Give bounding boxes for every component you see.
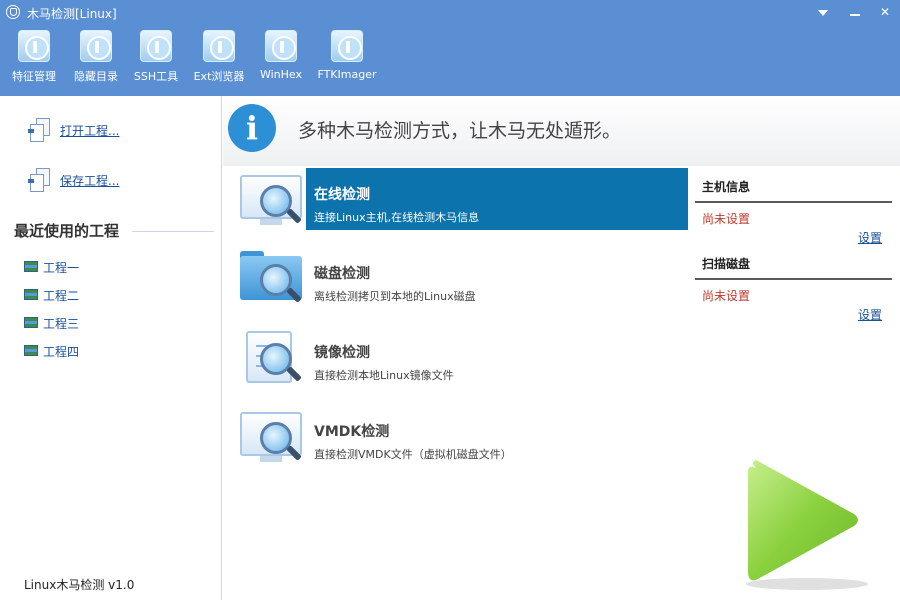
play-icon (748, 460, 858, 581)
save-project-label: 保存工程... (60, 174, 120, 188)
toolbar-label: SSH工具 (133, 70, 179, 83)
disk-detection-option[interactable]: 磁盘检测 离线检测拷贝到本地的Linux磁盘 (236, 247, 688, 309)
recent-project-label: 工程二 (43, 289, 80, 303)
menu-button[interactable] (814, 3, 832, 21)
project-icon (24, 345, 38, 356)
save-project-icon (28, 168, 50, 192)
detection-desc: 连接Linux主机,在线检测木马信息 (314, 211, 480, 224)
toolbar-hidden-dir[interactable]: 隐藏目录 (68, 28, 124, 88)
wifi-icon (80, 30, 112, 62)
host-settings-link[interactable]: 设置 (858, 229, 882, 246)
divider (132, 231, 214, 232)
host-status: 尚未设置 (702, 212, 751, 226)
close-button[interactable]: ✕ (876, 3, 894, 21)
monitor-magnifier-icon (238, 171, 304, 227)
wifi-icon (265, 30, 297, 62)
start-detection-button[interactable] (740, 458, 868, 592)
minimize-icon (850, 14, 860, 16)
vmdk-detection-option[interactable]: VMDK检测 直接检测VMDK文件（虚拟机磁盘文件） (236, 405, 688, 467)
detection-desc: 离线检测拷贝到本地的Linux磁盘 (314, 290, 476, 303)
toolbar-label: 特征管理 (12, 70, 56, 83)
wifi-icon (203, 30, 235, 62)
folder-magnifier-icon (238, 250, 304, 306)
project-icon (24, 289, 38, 300)
toolbar-area: 木马检测[Linux] ✕ 特征管理 隐藏目录 SSH工具 Ext浏览器 Win… (0, 0, 900, 96)
disk-status: 尚未设置 (702, 289, 751, 303)
toolbar-label: WinHex (259, 68, 303, 81)
monitor-magnifier-icon (238, 408, 304, 464)
toolbar-ssh-tool[interactable]: SSH工具 (128, 28, 184, 88)
detection-desc: 直接检测本地Linux镜像文件 (314, 369, 454, 382)
toolbar-ext-browser[interactable]: Ext浏览器 (188, 28, 250, 88)
detection-title: 镜像检测 (314, 345, 370, 361)
version-label: Linux木马检测 v1.0 (24, 578, 135, 592)
divider (695, 201, 892, 203)
toolbar-label: 隐藏目录 (74, 70, 118, 83)
project-icon (24, 317, 38, 328)
info-banner: i 多种木马检测方式，让木马无处遁形。 (223, 96, 900, 166)
recent-project-label: 工程三 (43, 317, 80, 331)
toolbar-feature-manage[interactable]: 特征管理 (6, 28, 62, 88)
divider (695, 278, 892, 280)
project-icon (24, 261, 38, 272)
close-icon: ✕ (879, 5, 891, 19)
recent-projects-title: 最近使用的工程 (14, 222, 120, 240)
toolbar-ftkimager[interactable]: FTKImager (314, 28, 380, 88)
host-info-title: 主机信息 (702, 180, 751, 194)
menu-icon (818, 10, 828, 16)
detection-title: 磁盘检测 (314, 266, 370, 282)
open-project-label: 打开工程... (60, 124, 120, 138)
left-panel: 打开工程... 保存工程... 最近使用的工程 工程一 工程二 工程三 工程四 … (0, 96, 222, 600)
recent-project-label: 工程四 (43, 345, 80, 359)
wifi-icon (331, 30, 363, 62)
toolbar-winhex[interactable]: WinHex (254, 28, 308, 88)
info-icon: i (228, 104, 276, 152)
scan-disk-title: 扫描磁盘 (702, 257, 751, 271)
recent-project-label: 工程一 (43, 261, 80, 275)
app-shield-icon (6, 5, 20, 19)
toolbar-label: Ext浏览器 (193, 70, 245, 83)
open-project-icon (28, 118, 50, 142)
toolbar-label: FTKImager (317, 68, 377, 81)
title-bar: 木马检测[Linux] ✕ (0, 0, 900, 24)
detection-title: 在线检测 (314, 187, 370, 203)
image-detection-option[interactable]: 镜像检测 直接检测本地Linux镜像文件 (236, 326, 688, 388)
banner-text: 多种木马检测方式，让木马无处遁形。 (298, 120, 622, 142)
wifi-icon (140, 30, 172, 62)
disk-settings-link[interactable]: 设置 (858, 306, 882, 323)
wifi-icon (18, 30, 50, 62)
online-detection-option[interactable]: 在线检测 连接Linux主机,在线检测木马信息 (236, 168, 688, 230)
detection-desc: 直接检测VMDK文件（虚拟机磁盘文件） (314, 448, 512, 461)
detection-title: VMDK检测 (314, 424, 390, 440)
minimize-button[interactable] (846, 3, 864, 21)
clipboard-magnifier-icon (238, 329, 304, 385)
window-title: 木马检测[Linux] (27, 7, 117, 21)
